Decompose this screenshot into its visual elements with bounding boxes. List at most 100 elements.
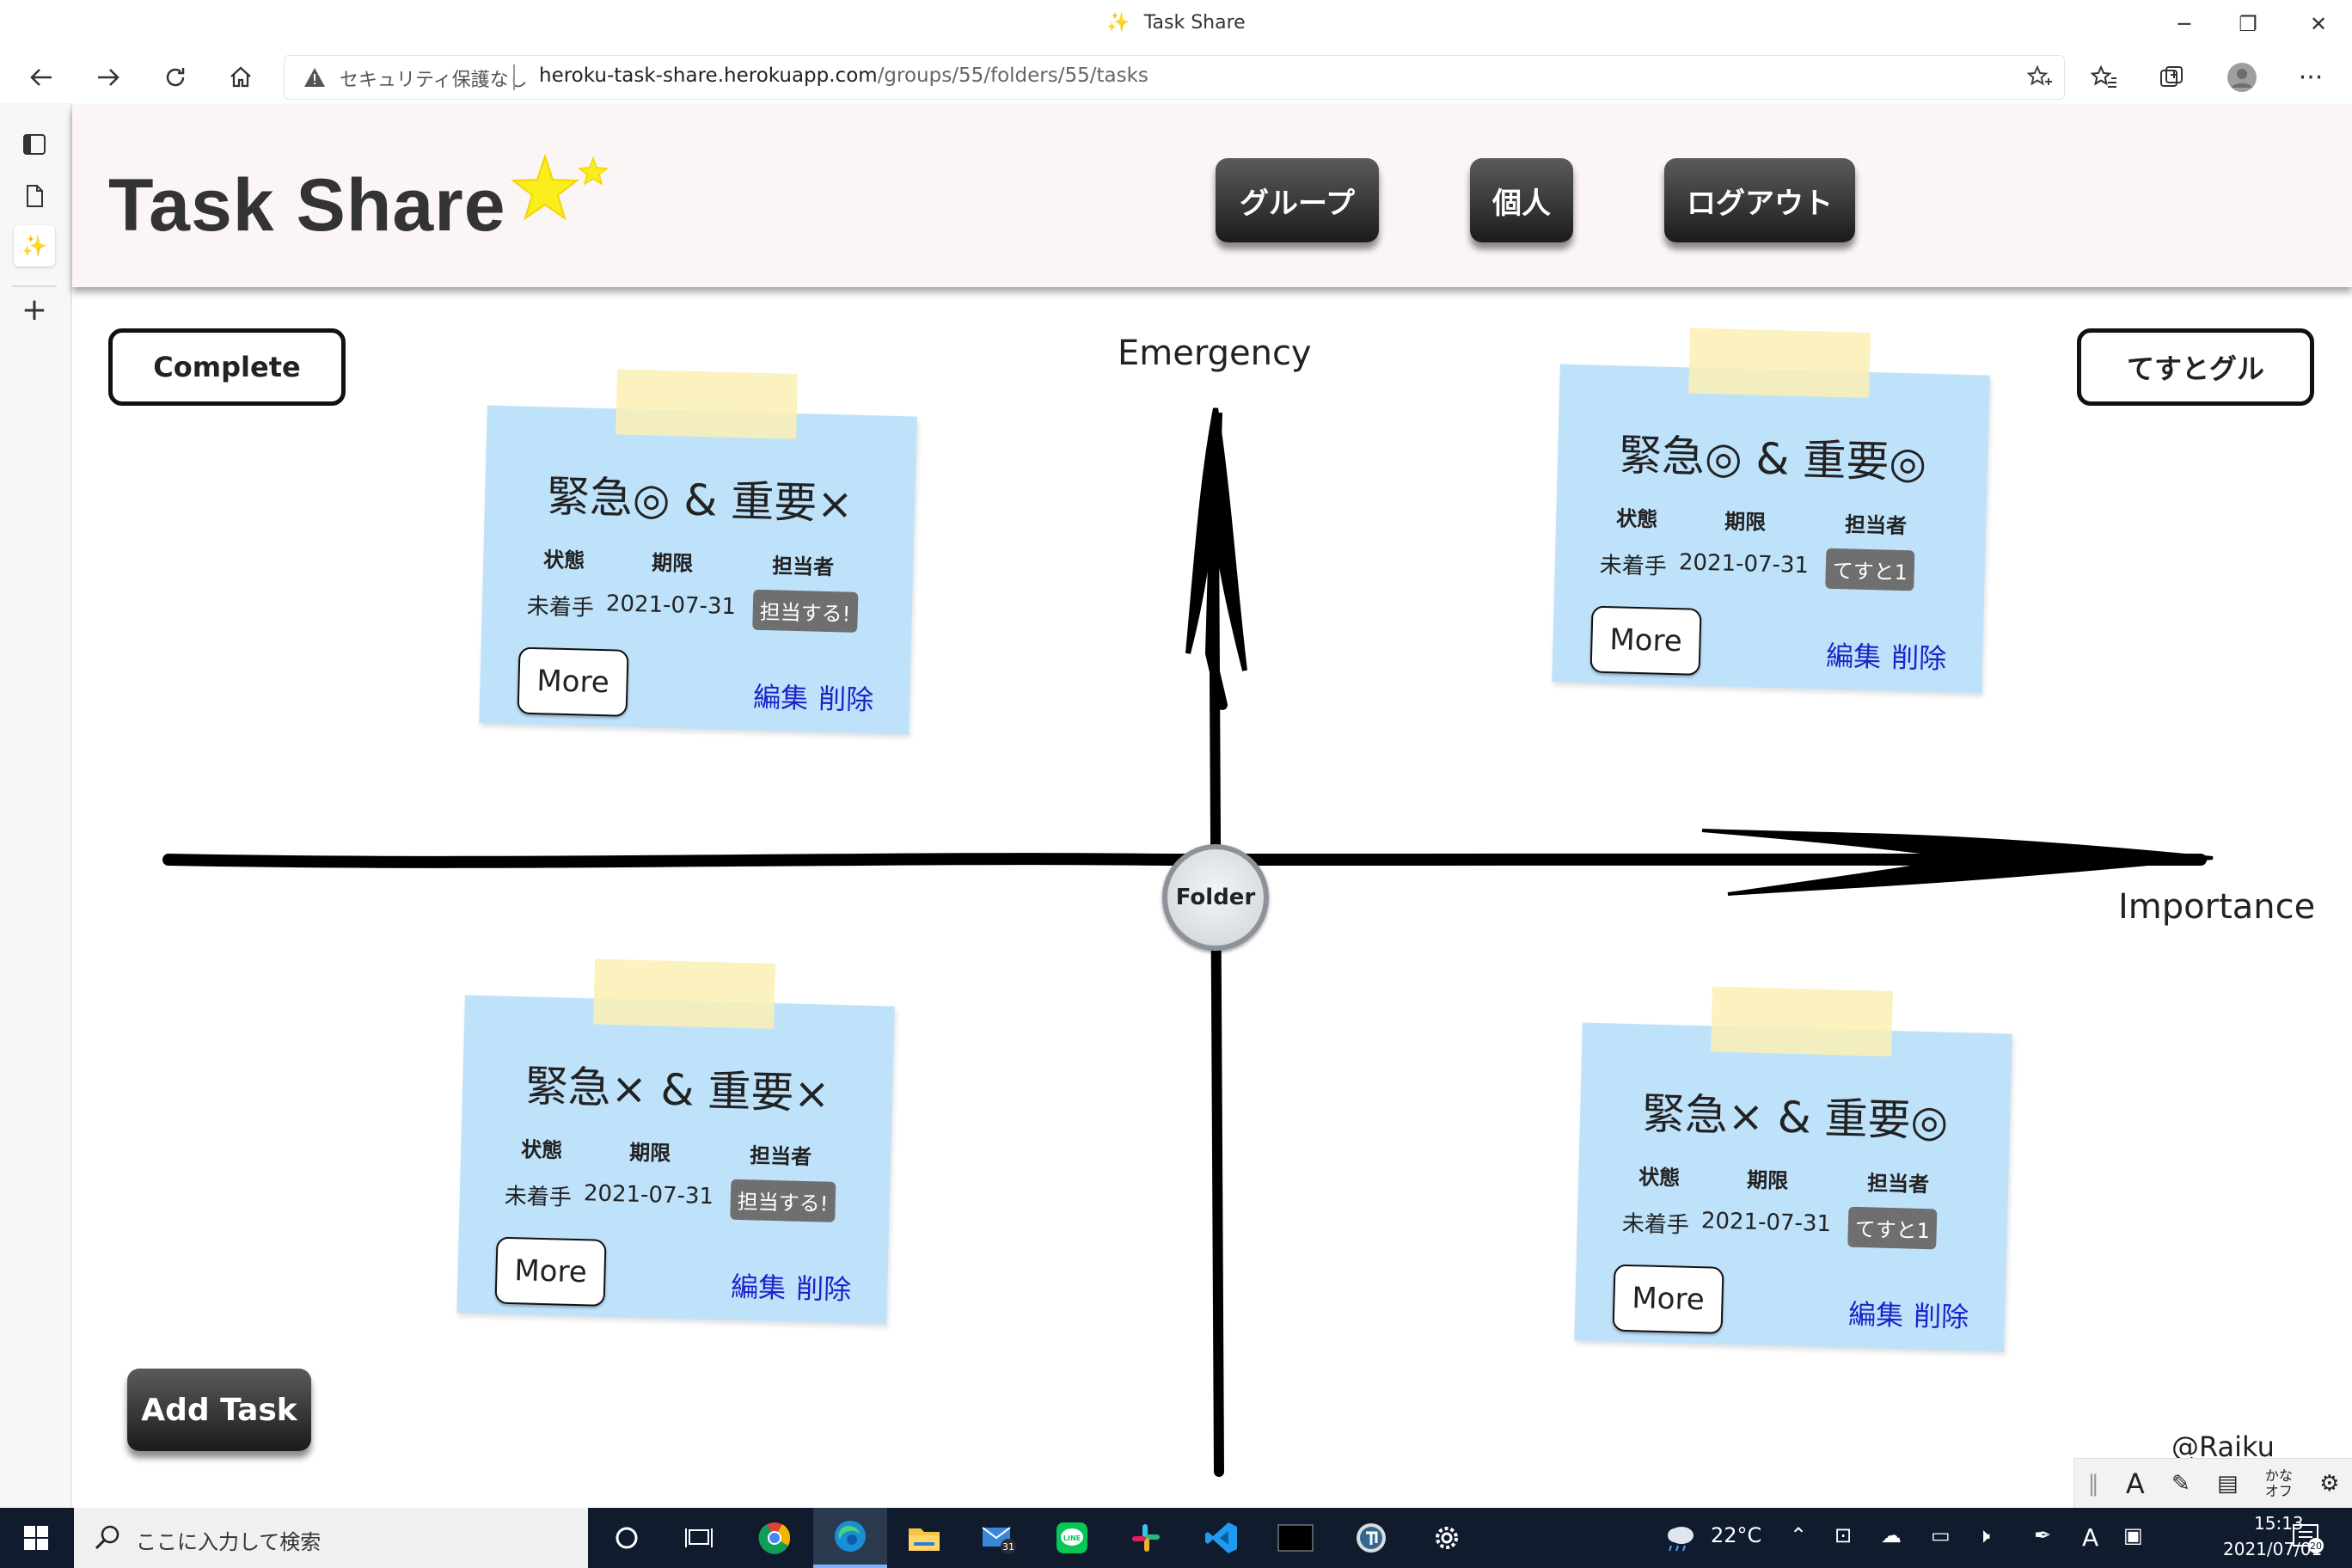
note-actions: 編集 削除 xyxy=(753,676,885,719)
note-title: 緊急× & 重要× xyxy=(524,1061,831,1119)
battery-icon[interactable]: ▭ xyxy=(1931,1523,1951,1547)
status-value: 未着手 xyxy=(526,593,595,622)
onedrive-icon[interactable]: ☁ xyxy=(1881,1523,1902,1547)
cortana-icon xyxy=(616,1527,638,1549)
slack-icon xyxy=(1132,1524,1160,1552)
task-view-button[interactable] xyxy=(662,1508,736,1568)
add-task-button[interactable]: Add Task xyxy=(127,1369,311,1451)
more-button[interactable]: More xyxy=(494,1236,607,1307)
note-actions: 編集 削除 xyxy=(731,1265,862,1308)
weather-temp[interactable]: 22°C xyxy=(1711,1523,1761,1547)
chrome-app[interactable] xyxy=(738,1508,812,1568)
edit-link[interactable]: 編集 xyxy=(1848,1298,1904,1332)
mail-badge: 31 xyxy=(1002,1541,1014,1553)
note-actions: 編集 削除 xyxy=(1848,1293,1980,1336)
due-header: 期限 xyxy=(1724,509,1767,535)
task-note-not-urgent-not-important: 緊急× & 重要× 状態 期限 担当者 未着手 2021-07-31 担当する!… xyxy=(456,959,895,1325)
cortana-button[interactable] xyxy=(590,1508,664,1568)
tray-expand-icon[interactable]: ⌃ xyxy=(1790,1523,1807,1547)
more-button[interactable]: More xyxy=(1612,1264,1724,1334)
volume-muted-icon[interactable]: 🕨 xyxy=(1977,1523,1990,1547)
due-header: 期限 xyxy=(651,550,694,576)
weather-icon[interactable] xyxy=(1663,1520,1697,1558)
database-app[interactable] xyxy=(1334,1508,1408,1568)
ime-indicator[interactable]: A xyxy=(2082,1523,2098,1552)
assignee-badge: てすと1 xyxy=(1847,1206,1938,1250)
status-value: 未着手 xyxy=(1599,552,1668,580)
task-note-not-urgent-important: 緊急× & 重要◎ 状態 期限 担当者 未着手 2021-07-31 てすと1 … xyxy=(1574,986,2012,1352)
kana-toggle[interactable]: かな オフ xyxy=(2265,1468,2293,1499)
notification-count: 20 xyxy=(2310,1540,2322,1552)
vscode-app[interactable] xyxy=(1185,1508,1259,1568)
assignee-header: 担当者 xyxy=(1844,512,1908,539)
task-view-icon xyxy=(685,1528,713,1547)
assign-button[interactable]: 担当する! xyxy=(730,1179,836,1222)
due-header: 期限 xyxy=(1746,1167,1789,1193)
windows-taskbar: ここに入力して検索 31 LINE 22°C ⌃ ⊡ ☁ ▭ 🕨 ✒ A ▣ 1… xyxy=(0,1508,2352,1568)
file-explorer-app[interactable] xyxy=(887,1508,961,1568)
assignee-header: 担当者 xyxy=(771,554,835,580)
line-app[interactable]: LINE xyxy=(1035,1508,1109,1568)
ime-dictionary-icon[interactable]: ▤ xyxy=(2217,1471,2239,1497)
assignee-header: 担当者 xyxy=(749,1143,812,1170)
status-value: 未着手 xyxy=(504,1183,573,1211)
note-tape xyxy=(593,959,776,1029)
assignee-badge: てすと1 xyxy=(1825,548,1915,591)
status-value: 未着手 xyxy=(1621,1210,1690,1239)
edit-link[interactable]: 編集 xyxy=(731,1271,787,1305)
edit-link[interactable]: 編集 xyxy=(1826,640,1882,674)
tray-device-icon[interactable]: ⊡ xyxy=(1834,1523,1852,1547)
note-title: 緊急× & 重要◎ xyxy=(1641,1088,1949,1147)
due-value: 2021-07-31 xyxy=(583,1180,714,1210)
start-button[interactable] xyxy=(0,1508,72,1568)
due-value: 2021-07-31 xyxy=(1700,1208,1832,1238)
more-button[interactable]: More xyxy=(1589,605,1702,676)
importance-axis-label: Importance xyxy=(2118,887,2316,927)
delete-link[interactable]: 削除 xyxy=(1914,1300,1969,1334)
status-header: 状態 xyxy=(1638,1165,1681,1191)
windows-logo-icon xyxy=(24,1526,48,1550)
taskbar-search[interactable]: ここに入力して検索 xyxy=(74,1508,588,1568)
delete-link[interactable]: 削除 xyxy=(1891,641,1947,676)
line-icon: LINE xyxy=(1057,1522,1087,1553)
slack-app[interactable] xyxy=(1109,1508,1183,1568)
ime-grip-icon[interactable]: ‖ xyxy=(2088,1471,2099,1497)
gear-icon xyxy=(1436,1527,1458,1549)
due-value: 2021-07-31 xyxy=(1678,549,1810,579)
delete-link[interactable]: 削除 xyxy=(796,1272,852,1307)
pen-icon[interactable]: ✒ xyxy=(2034,1523,2051,1547)
edit-link[interactable]: 編集 xyxy=(753,681,809,715)
delete-link[interactable]: 削除 xyxy=(818,683,874,717)
note-actions: 編集 削除 xyxy=(1826,634,1957,677)
ime-toolbar: ‖ A ✎ ▤ かな オフ ⚙ xyxy=(2073,1458,2352,1510)
notification-icon: 20 xyxy=(2293,1524,2324,1553)
due-value: 2021-07-31 xyxy=(605,591,737,621)
note-title: 緊急◎ & 重要× xyxy=(546,471,854,530)
terminal-app[interactable] xyxy=(1259,1508,1332,1568)
search-placeholder: ここに入力して検索 xyxy=(136,1530,322,1554)
chrome-icon xyxy=(758,1522,791,1554)
mail-app[interactable]: 31 xyxy=(961,1508,1035,1568)
more-button[interactable]: More xyxy=(517,646,629,717)
mail-icon: 31 xyxy=(982,1527,1016,1554)
edge-icon xyxy=(835,1521,866,1552)
assignee-header: 担当者 xyxy=(1866,1171,1930,1197)
folder-button[interactable]: Folder xyxy=(1162,844,1269,951)
elephant-icon xyxy=(1357,1523,1386,1553)
ime-pad-icon[interactable]: ✎ xyxy=(2171,1471,2190,1497)
status-header: 状態 xyxy=(1615,506,1658,532)
folder-icon xyxy=(909,1528,940,1551)
note-tape xyxy=(1711,986,1894,1057)
ime-extra-icon[interactable]: ▣ xyxy=(2123,1523,2143,1547)
assign-button[interactable]: 担当する! xyxy=(752,589,859,633)
status-header: 状態 xyxy=(520,1137,563,1163)
edge-app[interactable] xyxy=(813,1508,887,1568)
ime-mode-indicator[interactable]: A xyxy=(2126,1467,2145,1500)
notification-center-button[interactable]: 20 xyxy=(2290,1520,2324,1554)
search-icon xyxy=(95,1525,119,1550)
vscode-icon xyxy=(1205,1522,1237,1553)
status-header: 状態 xyxy=(542,548,585,573)
emergency-axis-label: Emergency xyxy=(1118,334,1312,373)
settings-app[interactable] xyxy=(1410,1508,1484,1568)
ime-settings-icon[interactable]: ⚙ xyxy=(2319,1471,2339,1497)
